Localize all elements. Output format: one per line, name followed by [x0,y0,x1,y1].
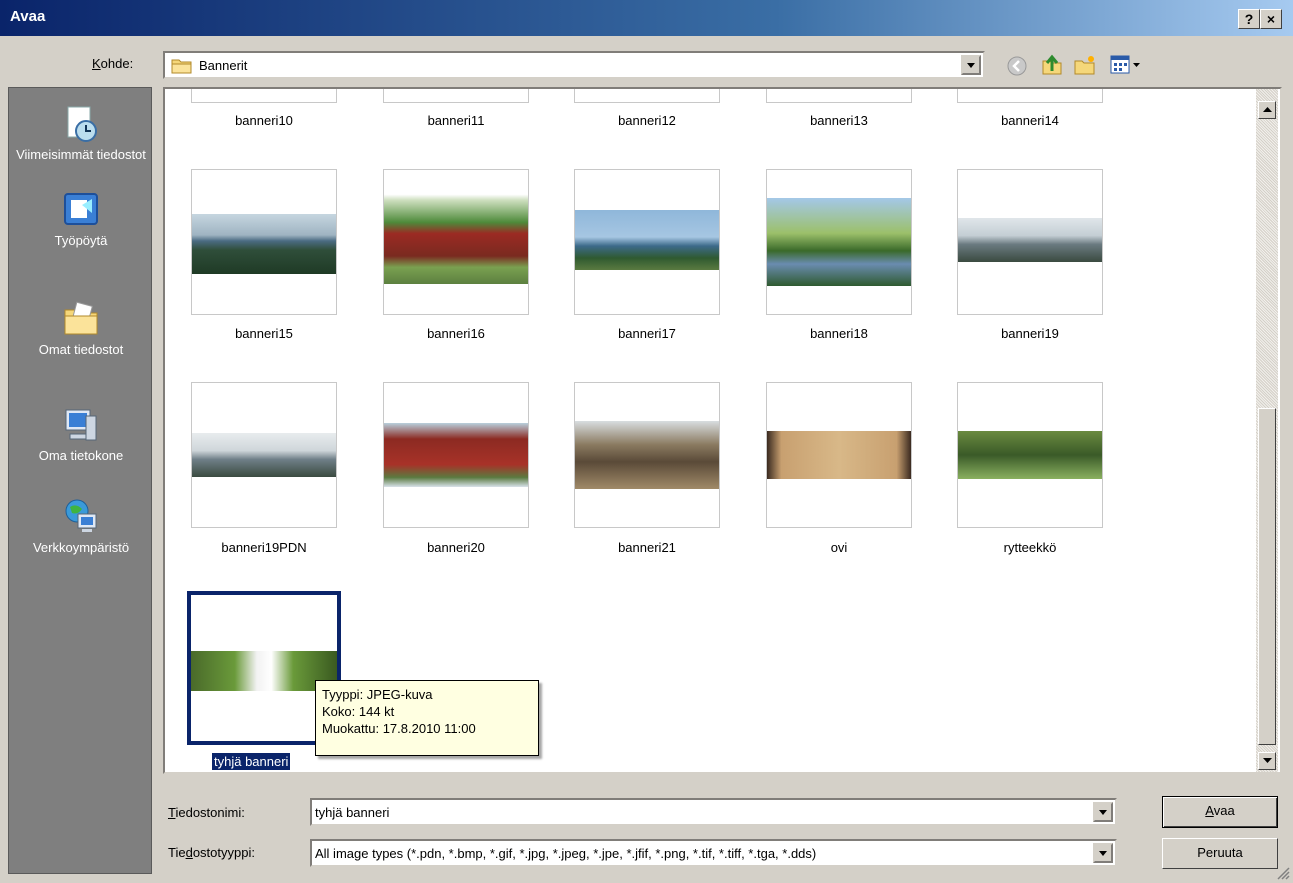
chevron-down-icon [1099,850,1107,856]
place-recent[interactable]: Viimeisimmät tiedostot [9,105,153,162]
place-label: Viimeisimmät tiedostot [16,147,146,162]
title-bar[interactable]: Avaa ? × [0,0,1293,36]
scroll-up-button[interactable] [1258,101,1276,119]
file-thumbnail[interactable] [957,169,1103,315]
file-thumbnail[interactable] [766,169,912,315]
place-desktop[interactable]: Työpöytä [9,191,153,248]
recent-documents-icon [62,105,100,143]
file-thumbnail[interactable] [574,169,720,315]
place-label: Verkkoympäristö [32,540,130,555]
places-bar: Viimeisimmät tiedostot Työpöytä Omat tie… [8,87,152,874]
tooltip-size: Koko: 144 kt [322,704,395,719]
scroll-down-button[interactable] [1258,752,1276,770]
thumbnail-image [958,431,1102,479]
file-name[interactable]: ovi [749,540,929,555]
network-places-icon [62,498,100,536]
file-thumbnail[interactable] [574,382,720,528]
filename-label: Tiedostonimi: [168,805,245,820]
filetype-value: All image types (*.pdn, *.bmp, *.gif, *.… [315,846,817,861]
cancel-button[interactable]: Peruuta [1162,838,1278,869]
file-name[interactable]: rytteekkö [940,540,1120,555]
thumbnail-image [192,433,336,477]
file-name[interactable]: banneri12 [557,113,737,128]
new-folder-icon[interactable] [1073,53,1097,77]
file-thumbnail[interactable] [957,89,1103,103]
back-icon[interactable] [1006,55,1028,77]
file-name[interactable]: banneri10 [174,113,354,128]
file-name[interactable]: banneri11 [366,113,546,128]
resize-grip-icon[interactable] [1276,866,1290,880]
file-thumbnail[interactable] [191,169,337,315]
file-thumbnail[interactable] [191,89,337,103]
filename-dropdown-button[interactable] [1093,802,1113,822]
place-label: Oma tietokone [38,448,124,463]
filetype-combo[interactable]: All image types (*.pdn, *.bmp, *.gif, *.… [310,839,1117,867]
file-name-selected[interactable]: tyhjä banneri [210,752,292,771]
place-label: Työpöytä [54,233,108,248]
file-name[interactable]: banneri18 [749,326,929,341]
view-menu-icon[interactable] [1110,55,1144,75]
filename-combo[interactable]: tyhjä banneri [310,798,1117,826]
up-folder-icon[interactable] [1040,53,1064,77]
file-thumbnail[interactable] [766,89,912,103]
thumbnail-image [575,421,719,489]
close-button[interactable]: × [1260,9,1282,29]
thumbnail-image [575,210,719,270]
lookin-label: Kohde: [92,56,134,71]
chevron-down-icon [1262,758,1272,763]
file-thumbnail[interactable] [574,89,720,103]
place-my-computer[interactable]: Oma tietokone [9,406,153,463]
file-thumbnail[interactable] [383,382,529,528]
thumbnail-image [767,431,911,479]
my-computer-icon [62,406,100,444]
file-thumbnail[interactable] [383,89,529,103]
file-name[interactable]: banneri21 [557,540,737,555]
open-button[interactable]: Avaa [1162,796,1278,828]
file-name[interactable]: banneri15 [174,326,354,341]
file-thumbnail[interactable] [957,382,1103,528]
chevron-down-icon [967,62,975,68]
file-name[interactable]: banneri17 [557,326,737,341]
chevron-up-icon [1262,107,1272,112]
lookin-value: Bannerit [199,58,248,73]
file-name[interactable]: banneri20 [366,540,546,555]
my-documents-icon [62,300,100,338]
file-thumbnail[interactable] [383,169,529,315]
file-name[interactable]: banneri13 [749,113,929,128]
thumbnail-image [384,172,528,284]
scrollbar-thumb[interactable] [1258,408,1276,745]
thumbnail-image [384,423,528,487]
place-label: Omat tiedostot [38,342,124,357]
file-info-tooltip: Tyyppi: JPEG-kuva Koko: 144 kt Muokattu:… [315,680,539,756]
file-name[interactable]: banneri19 [940,326,1120,341]
file-name[interactable]: banneri14 [940,113,1120,128]
thumbnail-image [192,214,336,274]
chevron-down-icon [1099,809,1107,815]
tooltip-modified: Muokattu: 17.8.2010 11:00 [322,721,476,736]
window-title: Avaa [10,8,46,25]
vertical-scrollbar[interactable] [1256,89,1278,772]
file-thumbnail[interactable] [191,382,337,528]
tooltip-type: Tyyppi: JPEG-kuva [322,687,433,702]
place-my-documents[interactable]: Omat tiedostot [9,300,153,357]
desktop-icon [62,191,100,229]
folder-icon [171,59,192,74]
file-list[interactable]: banneri10 banneri11 banneri12 banneri13 … [163,87,1282,774]
lookin-dropdown-button[interactable] [961,55,981,75]
file-name[interactable]: banneri16 [366,326,546,341]
thumbnail-image [767,198,911,286]
thumbnail-image [958,218,1102,262]
file-name[interactable]: banneri19PDN [174,540,354,555]
lookin-combo[interactable]: Bannerit [163,51,985,79]
filename-value[interactable]: tyhjä banneri [315,805,389,820]
place-network[interactable]: Verkkoympäristö [9,498,153,555]
file-thumbnail[interactable] [766,382,912,528]
filetype-dropdown-button[interactable] [1093,843,1113,863]
help-button[interactable]: ? [1238,9,1260,29]
filetype-label: Tiedostotyyppi: [168,845,255,860]
